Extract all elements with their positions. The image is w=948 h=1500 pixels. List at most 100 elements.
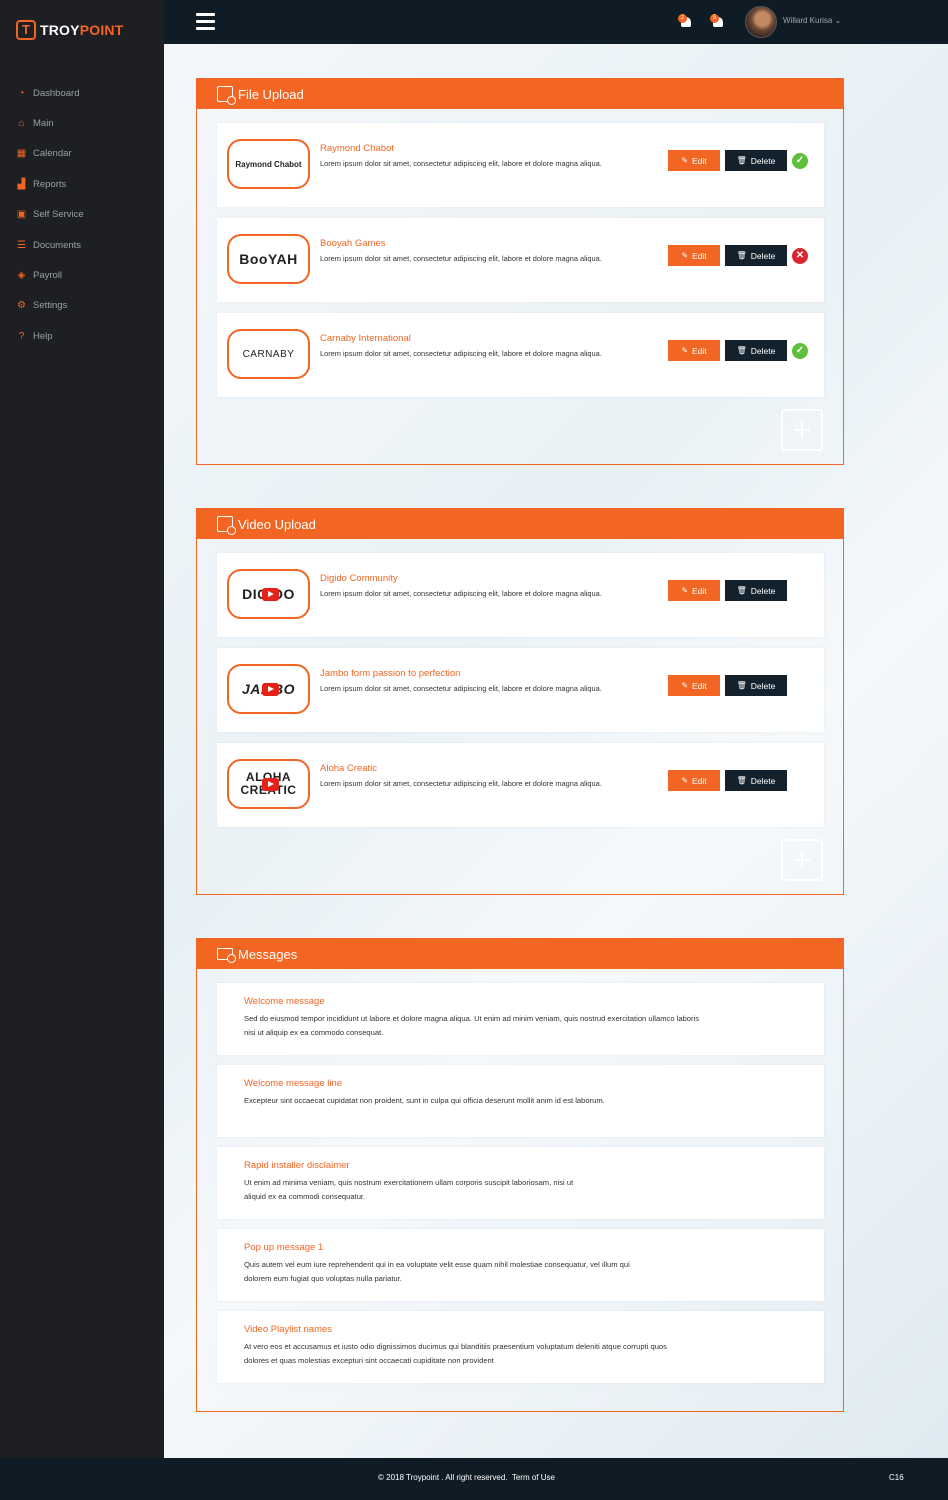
sidebar-item-label: Settings [33,300,68,312]
user-menu[interactable]: Willard Kurisa ⌄ [783,16,841,25]
error-icon: ✕ [792,248,808,264]
delete-label: Delete [750,775,776,786]
video-item-jambo: JAMBO Jambo form passion to perfection L… [217,648,824,732]
sidebar-item-main[interactable]: ⌂ Main [0,108,164,138]
hamburger-menu-icon[interactable] [196,13,215,31]
message-body: Quis autem vel eum iure reprehenderit qu… [244,1260,630,1283]
sidebar-nav: ◔ Dashboard ⌂ Main ▦ Calendar ▟ Reports ▣ Sel… [0,78,164,352]
delete-button[interactable]: 🗑 Delete [725,580,787,601]
check-icon: ✓ [792,343,808,359]
edit-button[interactable]: ✎ Edit [668,340,720,361]
item-title: Raymond Chabot [320,143,394,154]
panel-header: Messages [197,939,843,969]
item-description: Lorem ipsum dolor sit amet, consectetur … [320,684,602,693]
panel-title: Messages [238,946,298,962]
dashboard-icon: ◔ [18,87,25,99]
sidebar-item-dashboard[interactable]: ◔ Dashboard [0,78,164,108]
play-icon [262,588,279,601]
message-body: Sed do eiusmod tempor incididunt ut labo… [244,1014,700,1037]
edit-button[interactable]: ✎ Edit [668,245,720,266]
add-video-button[interactable] [781,839,823,881]
item-description: Lorem ipsum dolor sit amet, consectetur … [320,159,602,168]
sidebar-item-reports[interactable]: ▟ Reports [0,169,164,199]
edit-label: Edit [692,585,707,596]
edit-button[interactable]: ✎ Edit [668,150,720,171]
sidebar-item-label: Self Service [33,209,84,221]
file-upload-icon [217,86,236,105]
brand-name-a: TROY [40,22,80,38]
file-item-booyah-games: BooYAH Booyah Games Lorem ipsum dolor si… [217,218,824,302]
user-avatar[interactable] [745,6,777,38]
file-upload-panel: File Upload Raymond Chabot Raymond Chabo… [196,78,844,465]
copyright: © 2018 Troypoint . All right reserved. [378,1473,508,1482]
logo-text: Raymond Chabot [235,159,302,169]
edit-label: Edit [692,250,707,261]
calendar-icon: ▦ [16,148,27,160]
edit-label: Edit [692,155,707,166]
brand-logo[interactable]: T TROYPOINT [16,20,123,40]
messages-panel: Messages Welcome message Sed do eiusmod … [196,938,844,1412]
message-item[interactable]: Rapid installer disclaimer Ut enim ad mi… [217,1147,824,1219]
message-title: Rapid installer disclaimer [244,1160,350,1171]
edit-button[interactable]: ✎ Edit [668,770,720,791]
message-item[interactable]: Video Playlist names At vero eos et accu… [217,1311,824,1383]
edit-icon: ✎ [681,156,689,165]
edit-icon: ✎ [681,776,689,785]
message-item[interactable]: Welcome message line Excepteur sint occa… [217,1065,824,1137]
company-logo: Raymond Chabot [227,139,310,189]
sidebar-item-label: Dashboard [33,87,80,99]
trash-icon: 🗑 [736,681,747,690]
delete-button[interactable]: 🗑 Delete [725,150,787,171]
sidebar: T TROYPOINT ◔ Dashboard ⌂ Main ▦ Calendar ▟… [0,0,164,1458]
sidebar-item-payroll[interactable]: ◈ Payroll [0,260,164,290]
edit-button[interactable]: ✎ Edit [668,580,720,601]
message-item[interactable]: Pop up message 1 Quis autem vel eum iure… [217,1229,824,1301]
message-body: Excepteur sint occaecat cupidatat non pr… [244,1096,605,1105]
delete-button[interactable]: 🗑 Delete [725,245,787,266]
delete-label: Delete [750,345,776,356]
panel-title: File Upload [238,86,304,102]
message-title: Welcome message [244,996,325,1007]
file-item-carnaby-international: CARNABY Carnaby International Lorem ipsu… [217,313,824,397]
troypoint-logo-icon: T [16,20,36,40]
envelope-icon [217,948,236,963]
delete-button[interactable]: 🗑 Delete [725,340,787,361]
delete-label: Delete [750,155,776,166]
logo-text: BooYAH [239,251,298,267]
sidebar-item-label: Documents [33,239,82,251]
sidebar-item-settings[interactable]: ⚙ Settings [0,291,164,321]
check-icon: ✓ [792,153,808,169]
message-title: Video Playlist names [244,1324,333,1335]
sidebar-item-self-service[interactable]: ▣ Self Service [0,200,164,230]
message-title: Welcome message line [244,1078,343,1089]
item-description: Lorem ipsum dolor sit amet, consectetur … [320,254,602,263]
brand-name-b: POINT [79,22,124,38]
edit-icon: ✎ [681,681,689,690]
bell-notification-button[interactable]: 5 [710,14,726,28]
edit-button[interactable]: ✎ Edit [668,675,720,696]
trash-icon: 🗑 [736,346,747,355]
delete-button[interactable]: 🗑 Delete [725,770,787,791]
message-body: Ut enim ad minima veniam, quis nostrum e… [244,1178,574,1201]
sidebar-item-documents[interactable]: ☰ Documents [0,230,164,260]
sidebar-item-label: Main [33,118,54,130]
chart-icon: ▟ [17,178,26,190]
copyright-text: © 2018 Troypoint . All right reserved. T… [378,1473,555,1482]
add-file-button[interactable] [781,409,823,451]
file-item-raymond-chabot: Raymond Chabot Raymond Chabot Lorem ipsu… [217,123,824,207]
footer: © 2018 Troypoint . All right reserved. T… [0,1458,948,1500]
delete-label: Delete [750,585,776,596]
users-notification-button[interactable]: 2 [678,14,694,28]
terms-of-use-link[interactable]: Term of Use [512,1473,555,1482]
item-description: Lorem ipsum dolor sit amet, consectetur … [320,349,602,358]
play-icon [262,778,279,791]
edit-label: Edit [692,680,707,691]
message-item[interactable]: Welcome message Sed do eiusmod tempor in… [217,983,824,1055]
sidebar-item-calendar[interactable]: ▦ Calendar [0,139,164,169]
delete-button[interactable]: 🗑 Delete [725,675,787,696]
message-title: Pop up message 1 [244,1242,324,1253]
play-icon [262,683,279,696]
video-item-digido-community: DIGIDO Digido Community Lorem ipsum dolo… [217,553,824,637]
sidebar-item-help[interactable]: ? Help [0,321,164,351]
top-header: 2 5 Willard Kurisa ⌄ [164,0,948,44]
